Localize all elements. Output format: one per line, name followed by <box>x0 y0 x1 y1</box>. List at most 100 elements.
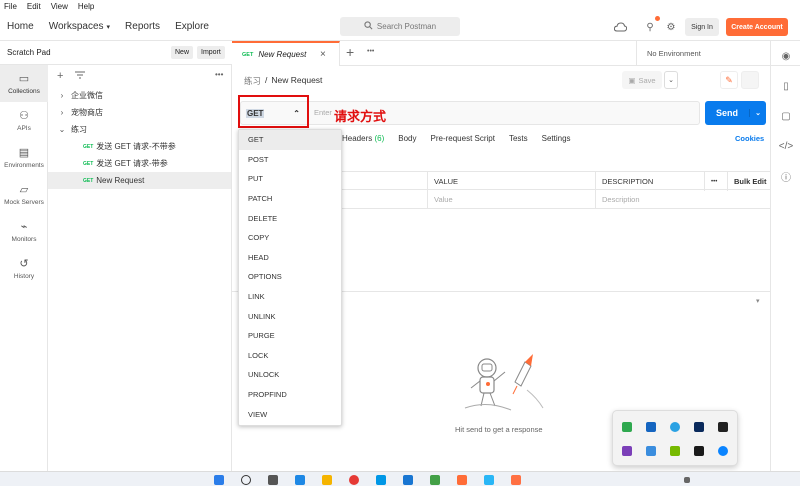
method-option-put[interactable]: PUT <box>239 169 341 189</box>
chrome-icon[interactable] <box>349 475 359 485</box>
create-account-button[interactable]: Create Account <box>726 18 788 36</box>
tree-folder[interactable]: ⌄ 练习 <box>48 121 231 138</box>
sidebar-item-mock-servers[interactable]: ▱ Mock Servers <box>0 176 48 213</box>
more-options-icon[interactable]: ••• <box>705 172 717 191</box>
sync-icon[interactable] <box>670 422 680 432</box>
method-option-patch[interactable]: PATCH <box>239 189 341 209</box>
taskview-icon[interactable] <box>268 475 278 485</box>
nav-explore[interactable]: Explore <box>175 21 209 32</box>
nav-reports[interactable]: Reports <box>125 21 160 32</box>
param-value-input[interactable]: Value <box>428 190 453 209</box>
tree-request-selected[interactable]: GET New Request <box>48 172 231 189</box>
method-option-lock[interactable]: LOCK <box>239 346 341 366</box>
send-button[interactable]: Send ⌄ <box>705 101 766 125</box>
breadcrumb-parent[interactable]: 练习 <box>244 75 261 87</box>
environment-select[interactable]: No Environment <box>636 41 776 66</box>
method-option-copy[interactable]: COPY <box>239 228 341 248</box>
sidebar-item-history[interactable]: ↺ History <box>0 250 48 287</box>
sign-in-button[interactable]: Sign In <box>685 18 719 36</box>
more-options-icon[interactable]: ••• <box>215 70 223 79</box>
tree-request[interactable]: GET 发送 GET 请求-带参 <box>48 155 231 172</box>
document-icon[interactable] <box>741 71 759 89</box>
sidebar-item-environments[interactable]: ▤ Environments <box>0 139 48 176</box>
eye-icon[interactable]: ◉ <box>771 41 800 71</box>
tab-new-request[interactable]: GET New Request × <box>232 41 340 66</box>
method-option-head[interactable]: HEAD <box>239 248 341 268</box>
save-options-button[interactable]: ⌄ <box>664 71 678 89</box>
param-description-input[interactable]: Description <box>596 190 640 209</box>
import-button[interactable]: Import <box>197 46 225 59</box>
plus-icon[interactable]: + <box>57 70 63 82</box>
gear-icon[interactable]: ⚙ <box>664 20 678 34</box>
chevron-down-icon[interactable]: ▾ <box>756 297 760 305</box>
tab-settings[interactable]: Settings <box>542 134 571 143</box>
more-tabs-icon[interactable]: ••• <box>367 48 374 55</box>
windows-start-icon[interactable] <box>214 475 224 485</box>
cloud-off-icon[interactable] <box>613 20 627 34</box>
method-option-view[interactable]: VIEW <box>239 404 341 424</box>
tray-window-icon[interactable] <box>646 446 656 456</box>
postman-icon[interactable] <box>457 475 467 485</box>
tab-prerequest[interactable]: Pre-request Script <box>431 134 495 143</box>
comments-icon[interactable]: ▢ <box>771 101 800 131</box>
satellite-icon[interactable]: ⚲ <box>643 20 657 34</box>
app-icon[interactable] <box>430 475 440 485</box>
defender-icon[interactable] <box>646 422 656 432</box>
new-button[interactable]: New <box>171 46 194 59</box>
nav-home[interactable]: Home <box>7 21 34 32</box>
annotation-highlight-box <box>238 95 309 128</box>
info-icon[interactable]: ⓘ <box>771 161 800 191</box>
tree-folder[interactable]: › 宠物商店 <box>48 104 231 121</box>
search-icon[interactable] <box>241 475 251 485</box>
menu-file[interactable]: File <box>4 2 17 11</box>
edge-icon[interactable] <box>295 475 305 485</box>
search-input[interactable]: Search Postman <box>340 17 460 36</box>
nvidia-icon[interactable] <box>670 446 680 456</box>
app-icon[interactable] <box>403 475 413 485</box>
app-icon[interactable] <box>511 475 521 485</box>
nav-workspaces[interactable]: Workspaces ▾ <box>49 21 110 32</box>
sidebar-item-apis[interactable]: ⚇ APIs <box>0 102 48 139</box>
method-option-post[interactable]: POST <box>239 150 341 170</box>
method-option-purge[interactable]: PURGE <box>239 326 341 346</box>
app-icon[interactable] <box>484 475 494 485</box>
close-icon[interactable]: × <box>320 49 326 60</box>
edit-icon[interactable]: ✎ <box>720 71 738 89</box>
code-icon[interactable]: </> <box>771 131 800 161</box>
chevron-down-icon[interactable]: ⌄ <box>749 109 766 117</box>
method-option-unlock[interactable]: UNLOCK <box>239 365 341 385</box>
bluetooth-icon[interactable] <box>718 446 728 456</box>
tree-request[interactable]: GET 发送 GET 请求-不带参 <box>48 138 231 155</box>
bulk-edit-button[interactable]: Bulk Edit <box>728 172 767 191</box>
method-option-link[interactable]: LINK <box>239 287 341 307</box>
method-option-options[interactable]: OPTIONS <box>239 267 341 287</box>
tab-headers[interactable]: Headers (6) <box>342 134 384 143</box>
add-tab-icon[interactable]: + <box>346 44 354 60</box>
request-tabs: Headers (6) Body Pre-request Script Test… <box>342 134 571 143</box>
sidebar-item-monitors[interactable]: ⌁ Monitors <box>0 213 48 250</box>
method-option-propfind[interactable]: PROPFIND <box>239 385 341 405</box>
cookies-link[interactable]: Cookies <box>735 134 764 143</box>
url-input[interactable]: Enter <box>314 108 332 117</box>
tab-tests[interactable]: Tests <box>509 134 528 143</box>
menu-edit[interactable]: Edit <box>27 2 41 11</box>
bookmark-app-icon[interactable] <box>718 422 728 432</box>
method-option-delete[interactable]: DELETE <box>239 208 341 228</box>
explorer-icon[interactable] <box>322 475 332 485</box>
documentation-icon[interactable]: ▯ <box>771 71 800 101</box>
cloud-app-icon[interactable] <box>694 422 704 432</box>
tray-chevron-icon[interactable] <box>684 477 690 483</box>
tray-app-icon[interactable] <box>622 422 632 432</box>
tree-folder[interactable]: › 企业微信 <box>48 87 231 104</box>
menu-view[interactable]: View <box>51 2 68 11</box>
sidebar-item-collections[interactable]: ▭ Collections <box>0 65 48 102</box>
method-option-unlink[interactable]: UNLINK <box>239 306 341 326</box>
tab-body[interactable]: Body <box>398 134 416 143</box>
save-button[interactable]: ▣ Save <box>622 71 662 89</box>
tray-terminal-icon[interactable] <box>694 446 704 456</box>
filter-icon[interactable] <box>75 70 86 82</box>
method-option-get[interactable]: GET <box>239 130 341 150</box>
menu-help[interactable]: Help <box>78 2 94 11</box>
onenote-icon[interactable] <box>622 446 632 456</box>
app-icon[interactable] <box>376 475 386 485</box>
